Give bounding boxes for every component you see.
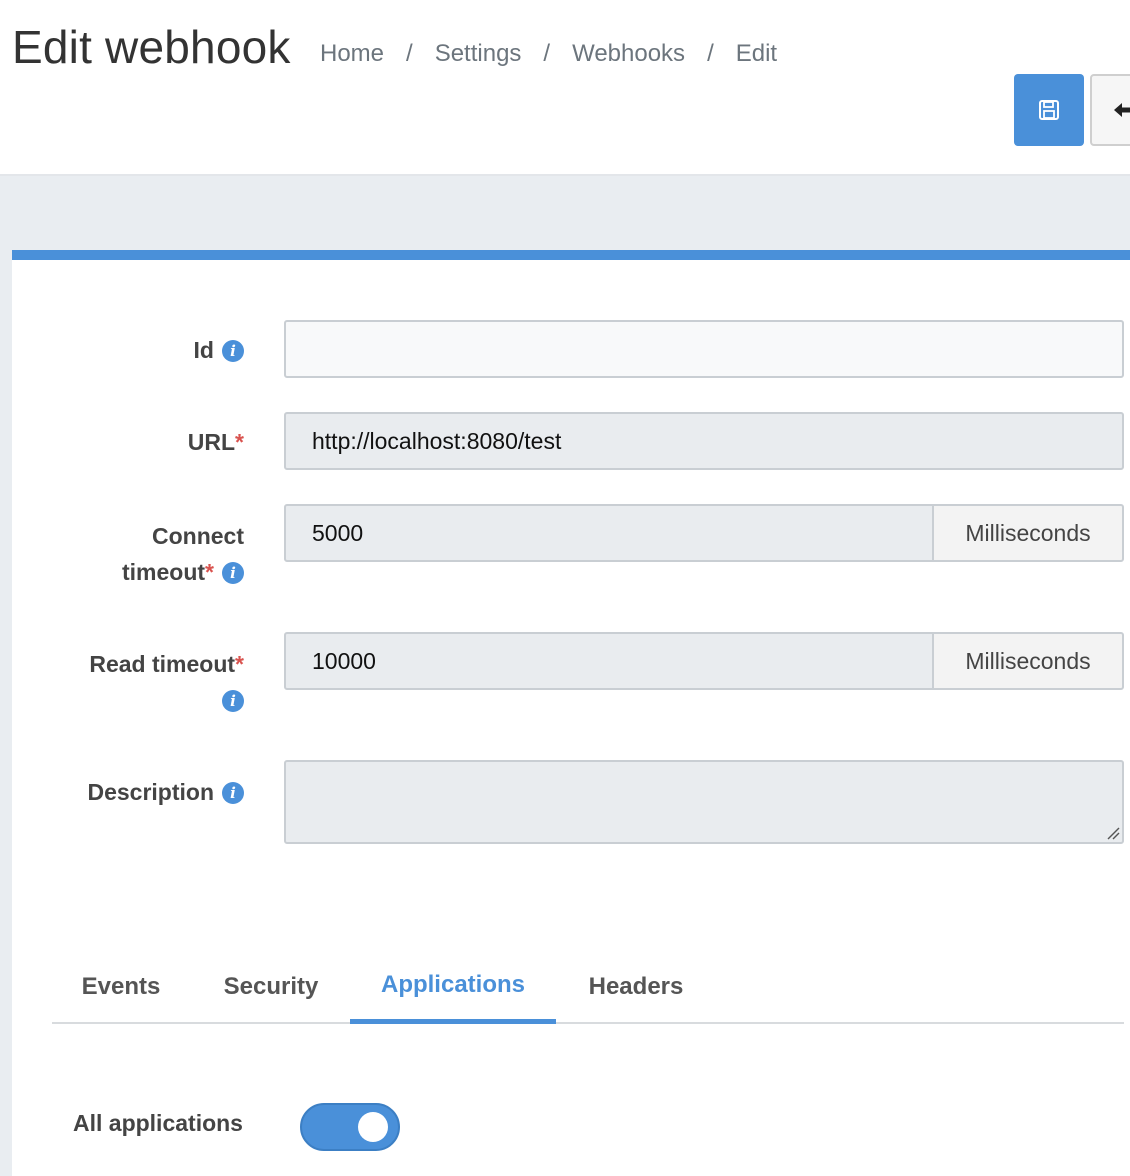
read-timeout-input[interactable]: 10000 — [284, 632, 934, 690]
tab-bar: Events Security Applications Headers — [52, 950, 1124, 1024]
url-input[interactable]: http://localhost:8080/test — [284, 412, 1124, 470]
breadcrumb-separator: / — [707, 40, 714, 67]
url-label: URL* — [187, 429, 244, 455]
tab-applications[interactable]: Applications — [350, 950, 556, 1024]
page-title: Edit webhook — [12, 21, 291, 73]
toggle-knob — [358, 1112, 388, 1142]
back-button[interactable] — [1090, 74, 1130, 146]
breadcrumb-webhooks[interactable]: Webhooks — [572, 40, 685, 68]
tab-events[interactable]: Events — [52, 950, 190, 1024]
required-marker: * — [235, 429, 244, 455]
connect-timeout-input[interactable]: 5000 — [284, 504, 934, 562]
required-marker: * — [205, 559, 214, 585]
tab-security[interactable]: Security — [207, 950, 335, 1024]
breadcrumb-separator: / — [543, 40, 551, 67]
all-applications-label: All applications — [73, 1110, 243, 1136]
required-marker: * — [235, 651, 244, 677]
read-timeout-label: Read timeout* i — [89, 651, 244, 712]
save-button[interactable] — [1014, 74, 1084, 146]
breadcrumb-settings[interactable]: Settings — [435, 40, 522, 68]
webhook-form-card: Id i URL* http://localhost:8080/test Conn… — [12, 250, 1130, 1176]
arrow-left-icon — [1114, 103, 1130, 117]
connect-timeout-label: Connect timeout* i — [121, 523, 244, 585]
info-icon[interactable]: i — [222, 562, 244, 584]
connect-timeout-unit: Milliseconds — [932, 504, 1124, 562]
description-textarea[interactable] — [284, 760, 1124, 844]
breadcrumb-separator: / — [406, 40, 413, 67]
breadcrumb: Home / Settings / Webhooks / Edit — [320, 40, 777, 68]
info-icon[interactable]: i — [222, 340, 244, 362]
all-applications-toggle[interactable] — [300, 1103, 400, 1151]
id-input[interactable] — [284, 320, 1124, 378]
id-label: Id i — [194, 332, 244, 368]
description-label: Description i — [87, 774, 244, 810]
info-icon[interactable]: i — [222, 782, 244, 804]
breadcrumb-edit: Edit — [735, 40, 778, 67]
info-icon[interactable]: i — [222, 690, 244, 712]
floppy-disk-icon — [1039, 100, 1059, 120]
read-timeout-unit: Milliseconds — [932, 632, 1124, 690]
resize-handle-icon[interactable] — [1106, 826, 1120, 840]
page-header: Edit webhook Home / Settings / Webhooks … — [0, 0, 1130, 176]
breadcrumb-home[interactable]: Home — [320, 40, 384, 68]
tab-headers[interactable]: Headers — [570, 950, 702, 1024]
